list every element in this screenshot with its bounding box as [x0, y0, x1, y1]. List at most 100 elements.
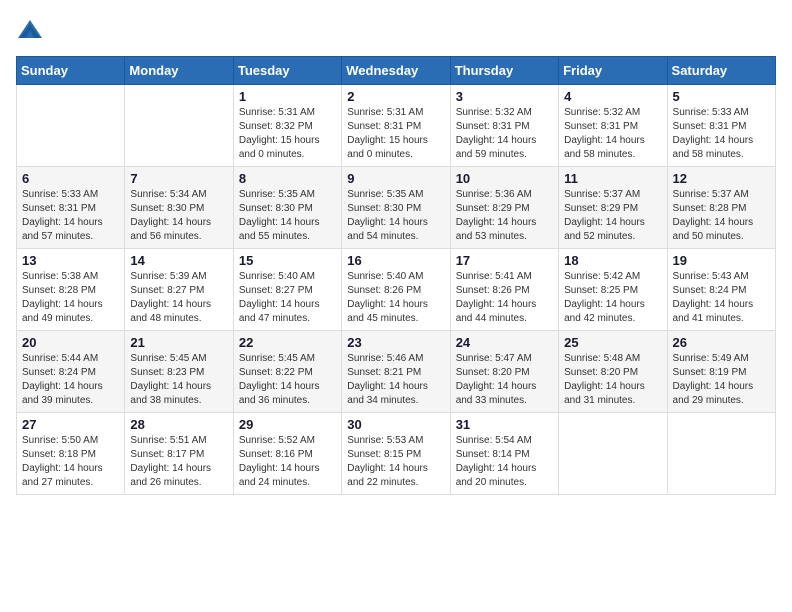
calendar-body: 1 Sunrise: 5:31 AM Sunset: 8:32 PM Daylig… [17, 85, 776, 495]
day-number: 12 [673, 171, 770, 186]
day-info: Sunrise: 5:33 AM Sunset: 8:31 PM Dayligh… [22, 188, 119, 244]
calendar-cell: 30 Sunrise: 5:53 AM Sunset: 8:15 PM Dayli… [342, 413, 450, 495]
day-info: Sunrise: 5:45 AM Sunset: 8:22 PM Dayligh… [239, 352, 336, 408]
week-row-2: 6 Sunrise: 5:33 AM Sunset: 8:31 PM Daylig… [17, 167, 776, 249]
day-number: 27 [22, 417, 119, 432]
day-number: 15 [239, 253, 336, 268]
calendar-cell: 14 Sunrise: 5:39 AM Sunset: 8:27 PM Dayli… [125, 249, 233, 331]
weekday-header-tuesday: Tuesday [233, 57, 341, 85]
day-number: 8 [239, 171, 336, 186]
calendar-cell: 26 Sunrise: 5:49 AM Sunset: 8:19 PM Dayli… [667, 331, 775, 413]
day-number: 21 [130, 335, 227, 350]
calendar-cell [559, 413, 667, 495]
day-number: 31 [456, 417, 553, 432]
day-info: Sunrise: 5:54 AM Sunset: 8:14 PM Dayligh… [456, 434, 553, 490]
calendar-cell: 4 Sunrise: 5:32 AM Sunset: 8:31 PM Daylig… [559, 85, 667, 167]
calendar-cell: 20 Sunrise: 5:44 AM Sunset: 8:24 PM Dayli… [17, 331, 125, 413]
calendar-cell: 24 Sunrise: 5:47 AM Sunset: 8:20 PM Dayli… [450, 331, 558, 413]
calendar-header: SundayMondayTuesdayWednesdayThursdayFrid… [17, 57, 776, 85]
day-number: 7 [130, 171, 227, 186]
day-info: Sunrise: 5:31 AM Sunset: 8:32 PM Dayligh… [239, 106, 336, 162]
day-info: Sunrise: 5:48 AM Sunset: 8:20 PM Dayligh… [564, 352, 661, 408]
day-info: Sunrise: 5:51 AM Sunset: 8:17 PM Dayligh… [130, 434, 227, 490]
day-number: 11 [564, 171, 661, 186]
weekday-header-friday: Friday [559, 57, 667, 85]
day-number: 4 [564, 89, 661, 104]
day-info: Sunrise: 5:43 AM Sunset: 8:24 PM Dayligh… [673, 270, 770, 326]
day-number: 1 [239, 89, 336, 104]
day-number: 25 [564, 335, 661, 350]
week-row-1: 1 Sunrise: 5:31 AM Sunset: 8:32 PM Daylig… [17, 85, 776, 167]
day-number: 6 [22, 171, 119, 186]
day-info: Sunrise: 5:44 AM Sunset: 8:24 PM Dayligh… [22, 352, 119, 408]
day-number: 14 [130, 253, 227, 268]
calendar-cell [667, 413, 775, 495]
day-info: Sunrise: 5:39 AM Sunset: 8:27 PM Dayligh… [130, 270, 227, 326]
day-number: 18 [564, 253, 661, 268]
day-info: Sunrise: 5:36 AM Sunset: 8:29 PM Dayligh… [456, 188, 553, 244]
calendar-cell: 15 Sunrise: 5:40 AM Sunset: 8:27 PM Dayli… [233, 249, 341, 331]
page-header [16, 16, 776, 44]
day-number: 17 [456, 253, 553, 268]
calendar-cell: 18Sunrise: 5:42 AM Sunset: 8:25 PM Dayli… [559, 249, 667, 331]
logo [16, 16, 48, 44]
day-info: Sunrise: 5:52 AM Sunset: 8:16 PM Dayligh… [239, 434, 336, 490]
weekday-header-saturday: Saturday [667, 57, 775, 85]
day-info: Sunrise: 5:50 AM Sunset: 8:18 PM Dayligh… [22, 434, 119, 490]
calendar-cell: 25 Sunrise: 5:48 AM Sunset: 8:20 PM Dayli… [559, 331, 667, 413]
weekday-header-sunday: Sunday [17, 57, 125, 85]
day-number: 24 [456, 335, 553, 350]
week-row-4: 20 Sunrise: 5:44 AM Sunset: 8:24 PM Dayli… [17, 331, 776, 413]
day-number: 19 [673, 253, 770, 268]
day-number: 26 [673, 335, 770, 350]
calendar-cell [17, 85, 125, 167]
day-info: Sunrise: 5:32 AM Sunset: 8:31 PM Dayligh… [564, 106, 661, 162]
day-number: 29 [239, 417, 336, 432]
day-info: Sunrise: 5:38 AM Sunset: 8:28 PM Dayligh… [22, 270, 119, 326]
day-info: Sunrise: 5:46 AM Sunset: 8:21 PM Dayligh… [347, 352, 444, 408]
day-info: Sunrise: 5:34 AM Sunset: 8:30 PM Dayligh… [130, 188, 227, 244]
calendar-cell: 12 Sunrise: 5:37 AM Sunset: 8:28 PM Dayli… [667, 167, 775, 249]
calendar-cell: 16Sunrise: 5:40 AM Sunset: 8:26 PM Dayli… [342, 249, 450, 331]
calendar-cell: 6 Sunrise: 5:33 AM Sunset: 8:31 PM Daylig… [17, 167, 125, 249]
calendar-cell: 2Sunrise: 5:31 AM Sunset: 8:31 PM Daylig… [342, 85, 450, 167]
calendar-cell: 31 Sunrise: 5:54 AM Sunset: 8:14 PM Dayli… [450, 413, 558, 495]
day-info: Sunrise: 5:41 AM Sunset: 8:26 PM Dayligh… [456, 270, 553, 326]
calendar-cell: 5 Sunrise: 5:33 AM Sunset: 8:31 PM Daylig… [667, 85, 775, 167]
calendar-cell: 11Sunrise: 5:37 AM Sunset: 8:29 PM Dayli… [559, 167, 667, 249]
calendar-cell: 8 Sunrise: 5:35 AM Sunset: 8:30 PM Daylig… [233, 167, 341, 249]
calendar-cell: 23 Sunrise: 5:46 AM Sunset: 8:21 PM Dayli… [342, 331, 450, 413]
day-number: 22 [239, 335, 336, 350]
calendar-cell: 13 Sunrise: 5:38 AM Sunset: 8:28 PM Dayli… [17, 249, 125, 331]
day-number: 20 [22, 335, 119, 350]
day-info: Sunrise: 5:33 AM Sunset: 8:31 PM Dayligh… [673, 106, 770, 162]
calendar-cell: 7 Sunrise: 5:34 AM Sunset: 8:30 PM Daylig… [125, 167, 233, 249]
day-info: Sunrise: 5:35 AM Sunset: 8:30 PM Dayligh… [239, 188, 336, 244]
calendar-cell: 21Sunrise: 5:45 AM Sunset: 8:23 PM Dayli… [125, 331, 233, 413]
calendar-cell: 29 Sunrise: 5:52 AM Sunset: 8:16 PM Dayli… [233, 413, 341, 495]
day-info: Sunrise: 5:32 AM Sunset: 8:31 PM Dayligh… [456, 106, 553, 162]
weekday-row: SundayMondayTuesdayWednesdayThursdayFrid… [17, 57, 776, 85]
day-info: Sunrise: 5:53 AM Sunset: 8:15 PM Dayligh… [347, 434, 444, 490]
day-number: 5 [673, 89, 770, 104]
day-number: 9 [347, 171, 444, 186]
day-number: 13 [22, 253, 119, 268]
calendar-table: SundayMondayTuesdayWednesdayThursdayFrid… [16, 56, 776, 495]
day-number: 10 [456, 171, 553, 186]
logo-icon [16, 16, 44, 44]
calendar-cell: 10 Sunrise: 5:36 AM Sunset: 8:29 PM Dayli… [450, 167, 558, 249]
weekday-header-wednesday: Wednesday [342, 57, 450, 85]
day-info: Sunrise: 5:47 AM Sunset: 8:20 PM Dayligh… [456, 352, 553, 408]
day-info: Sunrise: 5:40 AM Sunset: 8:27 PM Dayligh… [239, 270, 336, 326]
day-number: 23 [347, 335, 444, 350]
calendar-cell: 1 Sunrise: 5:31 AM Sunset: 8:32 PM Daylig… [233, 85, 341, 167]
day-number: 16 [347, 253, 444, 268]
week-row-3: 13 Sunrise: 5:38 AM Sunset: 8:28 PM Dayli… [17, 249, 776, 331]
day-info: Sunrise: 5:37 AM Sunset: 8:28 PM Dayligh… [673, 188, 770, 244]
calendar-cell: 27 Sunrise: 5:50 AM Sunset: 8:18 PM Dayli… [17, 413, 125, 495]
day-number: 30 [347, 417, 444, 432]
day-info: Sunrise: 5:49 AM Sunset: 8:19 PM Dayligh… [673, 352, 770, 408]
calendar-cell: 9Sunrise: 5:35 AM Sunset: 8:30 PM Daylig… [342, 167, 450, 249]
day-info: Sunrise: 5:31 AM Sunset: 8:31 PM Dayligh… [347, 106, 444, 162]
calendar-cell: 28Sunrise: 5:51 AM Sunset: 8:17 PM Dayli… [125, 413, 233, 495]
